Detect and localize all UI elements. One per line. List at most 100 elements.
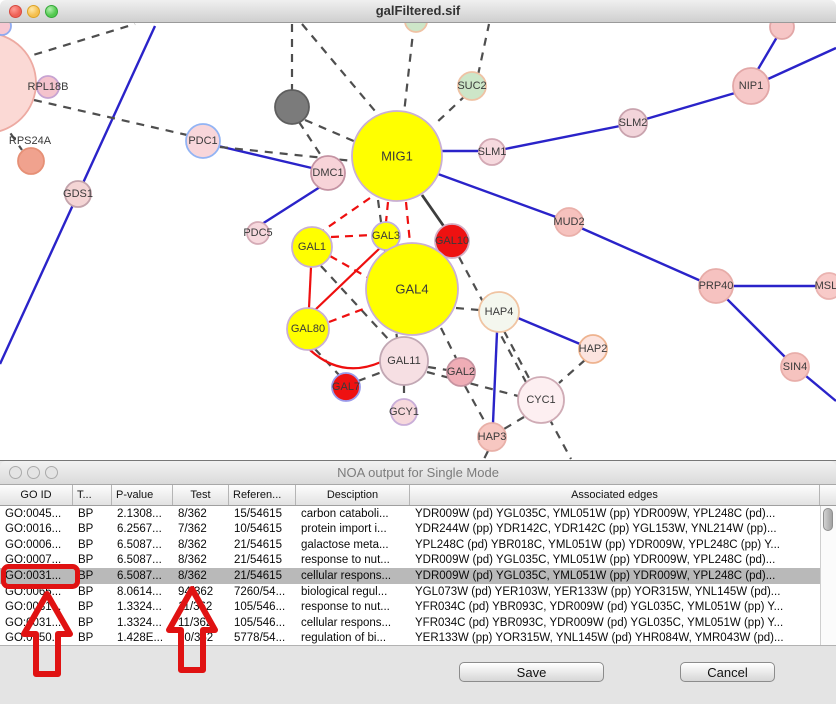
node-unlabeled[interactable] <box>0 23 11 35</box>
save-button[interactable]: Save <box>459 662 604 682</box>
noa-window-title: NOA output for Single Mode <box>0 461 836 484</box>
network-titlebar: galFiltered.sif <box>0 0 836 23</box>
cell: 6.2567... <box>112 523 173 535</box>
column-header-test[interactable]: Test <box>173 485 229 505</box>
graph-edge <box>321 198 370 232</box>
cell: YGL073W (pd) YER103W, YER133W (pp) YOR31… <box>410 586 820 598</box>
column-header-t-[interactable]: T... <box>73 485 112 505</box>
node-label-MSL1: MSL1 <box>815 280 836 292</box>
cell: response to nut... <box>296 554 410 566</box>
graph-edge <box>310 350 381 368</box>
graph-edge <box>305 120 356 142</box>
node-label-SUC2: SUC2 <box>457 80 486 92</box>
table-row[interactable]: GO:0031...BP1.3324...11/362105/546...res… <box>0 599 820 615</box>
table-row[interactable]: GO:0045...BP2.1308...8/36215/54615carbon… <box>0 506 820 522</box>
table-row[interactable]: GO:0007...BP6.5087...8/36221/54615respon… <box>0 553 820 569</box>
node-RPS24A[interactable] <box>18 148 44 174</box>
table-row[interactable]: GO:0031...BP6.5087...8/36221/54615cellul… <box>0 568 820 584</box>
graph-edge <box>438 174 556 217</box>
cell: BP <box>73 632 112 644</box>
table-row[interactable]: GO:0006...BP6.5087...8/36221/54615galact… <box>0 537 820 553</box>
cell: GO:0050... <box>0 632 73 644</box>
table-row[interactable]: GO:0031...BP1.3324...11/362105/546...cel… <box>0 615 820 631</box>
vertical-scrollbar[interactable] <box>820 506 836 646</box>
cell: regulation of bi... <box>296 632 410 644</box>
screen: galFiltered.sif RPL18BRPS24AGDS1PDC1MIG1… <box>0 0 836 704</box>
node-label-NIP1: NIP1 <box>739 80 763 92</box>
cell: 8.0614... <box>112 586 173 598</box>
node-label-HAP3: HAP3 <box>478 431 507 443</box>
cell: 11/362 <box>173 601 229 613</box>
node-label-RPS24A: RPS24A <box>9 135 52 147</box>
column-header-desciption[interactable]: Desciption <box>296 485 410 505</box>
node-label-SLM1: SLM1 <box>478 146 507 158</box>
cell: 80/362 <box>173 632 229 644</box>
cell: BP <box>73 523 112 535</box>
cell: 10/54615 <box>229 523 296 535</box>
cell: cellular respons... <box>296 617 410 629</box>
table-body: GO:0045...BP2.1308...8/36215/54615carbon… <box>0 506 836 646</box>
cell: carbon cataboli... <box>296 508 410 520</box>
table-row[interactable]: GO:0050...BP1.428E...80/3625778/54...reg… <box>0 631 820 647</box>
cell: 21/54615 <box>229 554 296 566</box>
cell: GO:0045... <box>0 508 73 520</box>
graph-edge <box>20 24 135 59</box>
cell: BP <box>73 586 112 598</box>
graph-edge <box>434 95 466 125</box>
cell: GO:0031... <box>0 570 73 582</box>
graph-edge <box>465 386 486 424</box>
table-header: GO IDT...P-valueTestReferen...Desciption… <box>0 485 836 506</box>
noa-titlebar: NOA output for Single Mode <box>0 461 836 485</box>
cell: BP <box>73 617 112 629</box>
node-label-GAL4: GAL4 <box>395 282 428 297</box>
cell: 6.5087... <box>112 570 173 582</box>
cell: 21/54615 <box>229 570 296 582</box>
cell: YFR034C (pd) YBR093C, YDR009W (pd) YGL03… <box>410 601 820 613</box>
cell: response to nut... <box>296 601 410 613</box>
cell: 7260/54... <box>229 586 296 598</box>
table-row[interactable]: GO:0065...BP8.0614...94/3627260/54...bio… <box>0 584 820 600</box>
cell: 2.1308... <box>112 508 173 520</box>
cell: galactose meta... <box>296 539 410 551</box>
cell: BP <box>73 539 112 551</box>
graph-edge <box>456 308 479 310</box>
cell: 8/362 <box>173 508 229 520</box>
scrollbar-thumb[interactable] <box>823 508 833 531</box>
column-header-associated-edges[interactable]: Associated edges <box>410 485 820 505</box>
column-header-p-value[interactable]: P-value <box>112 485 173 505</box>
node-label-PRP40: PRP40 <box>699 280 734 292</box>
node-label-GAL1: GAL1 <box>298 241 326 253</box>
cell: cellular respons... <box>296 570 410 582</box>
node-label-SLM2: SLM2 <box>619 117 648 129</box>
graph-edge <box>309 267 311 308</box>
button-bar: Save Cancel <box>0 645 836 704</box>
noa-window: NOA output for Single Mode GO IDT...P-va… <box>0 460 836 704</box>
column-header-referen-[interactable]: Referen... <box>229 485 296 505</box>
cell: GO:0065... <box>0 586 73 598</box>
node-label-SIN4: SIN4 <box>783 361 807 373</box>
node-label-GCY1: GCY1 <box>389 406 419 418</box>
node-unlabeled[interactable] <box>770 23 794 39</box>
cell: YER133W (pp) YOR315W, YNL145W (pd) YHR08… <box>410 632 820 644</box>
column-header-go-id[interactable]: GO ID <box>0 485 73 505</box>
cell: YFR034C (pd) YBR093C, YDR009W (pd) YGL03… <box>410 617 820 629</box>
cell: BP <box>73 601 112 613</box>
graph-edge <box>478 24 489 75</box>
node-label-PDC1: PDC1 <box>188 135 217 147</box>
cancel-button[interactable]: Cancel <box>680 662 775 682</box>
graph-edge <box>331 235 372 237</box>
graph-edge <box>428 367 447 370</box>
node-unlabeled[interactable] <box>405 23 427 32</box>
node-label-HAP4: HAP4 <box>485 306 514 318</box>
graph-edge <box>768 48 836 79</box>
node-unlabeled[interactable] <box>275 90 309 124</box>
cell: 7/362 <box>173 523 229 535</box>
network-canvas[interactable]: RPL18BRPS24AGDS1PDC1MIG1SUC2SLM1DMC1PDC5… <box>0 23 836 461</box>
cell: YDR244W (pp) YDR142C, YDR142C (pp) YGL15… <box>410 523 820 535</box>
cell: GO:0006... <box>0 539 73 551</box>
table-row[interactable]: GO:0016...BP6.2567...7/36210/54615protei… <box>0 522 820 538</box>
graph-edge <box>549 418 571 459</box>
network-window: galFiltered.sif RPL18BRPS24AGDS1PDC1MIG1… <box>0 0 836 460</box>
graph-edge <box>422 195 445 228</box>
graph-edge <box>504 331 530 380</box>
